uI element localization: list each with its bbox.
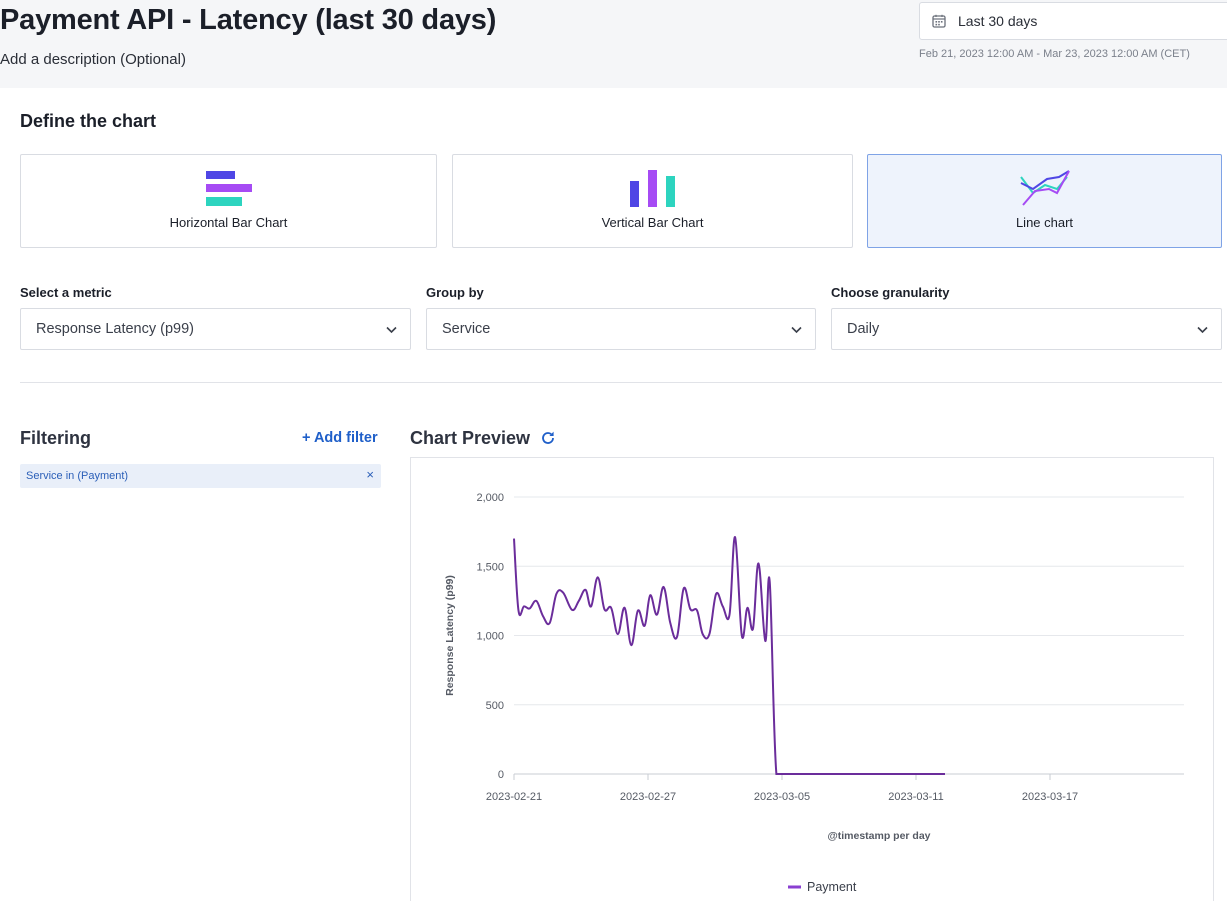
legend-label-payment[interactable]: Payment <box>807 880 857 894</box>
remove-filter-icon[interactable]: × <box>366 467 374 482</box>
x-tick-label: 2023-03-17 <box>1022 791 1078 803</box>
metric-value: Response Latency (p99) <box>36 321 194 337</box>
horizontal-bar-chart-icon <box>205 171 252 206</box>
granularity-label: Choose granularity <box>831 285 950 300</box>
filter-chip[interactable]: Service in (Payment) × <box>20 464 381 488</box>
add-filter-button[interactable]: + Add filter <box>302 430 378 446</box>
description-field[interactable]: Add a description (Optional) <box>0 51 186 68</box>
section-divider <box>20 382 1222 383</box>
filter-chip-label: Service in (Payment) <box>26 470 129 482</box>
y-tick-label: 0 <box>498 769 504 781</box>
y-tick-label: 1,000 <box>476 631 504 643</box>
page-title[interactable]: Payment API - Latency (last 30 days) <box>0 4 496 37</box>
chevron-down-icon <box>1197 326 1208 334</box>
y-tick-label: 2,000 <box>476 492 504 504</box>
chart-type-label: Vertical Bar Chart <box>601 215 704 230</box>
y-tick-label: 1,500 <box>476 561 504 573</box>
y-tick-label: 500 <box>486 700 504 712</box>
x-tick-label: 2023-02-21 <box>486 791 542 803</box>
chart-preview-heading: Chart Preview <box>410 428 531 448</box>
metric-label: Select a metric <box>20 285 112 300</box>
chart-type-vertical-bar[interactable]: Vertical Bar Chart <box>452 154 853 248</box>
chart-preview-panel: 0 500 1,000 1,500 2,000 2023-02-21 2023-02-27… <box>410 457 1214 901</box>
group-by-select[interactable]: Service <box>426 308 816 350</box>
vertical-bar-chart-icon <box>629 170 675 207</box>
x-axis-title: @timestamp per day <box>827 830 930 842</box>
define-chart-heading: Define the chart <box>20 111 157 131</box>
refresh-icon[interactable] <box>540 430 556 446</box>
metric-select[interactable]: Response Latency (p99) <box>20 308 411 350</box>
line-chart-icon <box>1019 170 1070 206</box>
series-line-payment <box>513 536 945 776</box>
granularity-value: Daily <box>847 321 880 337</box>
date-range-text: Feb 21, 2023 12:00 AM - Mar 23, 2023 12:… <box>919 48 1190 60</box>
granularity-select[interactable]: Daily <box>831 308 1222 350</box>
x-tick-label: 2023-03-11 <box>888 791 943 803</box>
page-header: Payment API - Latency (last 30 days) Add… <box>0 0 1227 88</box>
x-tick-label: 2023-03-05 <box>754 791 810 803</box>
date-picker-label: Last 30 days <box>958 13 1038 29</box>
line-chart: 0 500 1,000 1,500 2,000 2023-02-21 2023-02-27… <box>444 492 1184 894</box>
date-range-picker[interactable]: Last 30 days <box>919 2 1227 40</box>
filtering-heading: Filtering <box>20 428 91 448</box>
chart-type-line[interactable]: Line chart <box>867 154 1222 248</box>
x-tick-label: 2023-02-27 <box>620 791 676 803</box>
chart-type-label: Line chart <box>1015 215 1074 230</box>
chart-type-horizontal-bar[interactable]: Horizontal Bar Chart <box>20 154 437 248</box>
calendar-icon <box>932 14 946 28</box>
group-by-value: Service <box>442 321 491 337</box>
chart-type-label: Horizontal Bar Chart <box>169 215 288 230</box>
chevron-down-icon <box>791 326 802 334</box>
group-by-label: Group by <box>426 285 484 300</box>
y-axis-title: Response Latency (p99) <box>444 575 456 696</box>
chevron-down-icon <box>386 326 397 334</box>
